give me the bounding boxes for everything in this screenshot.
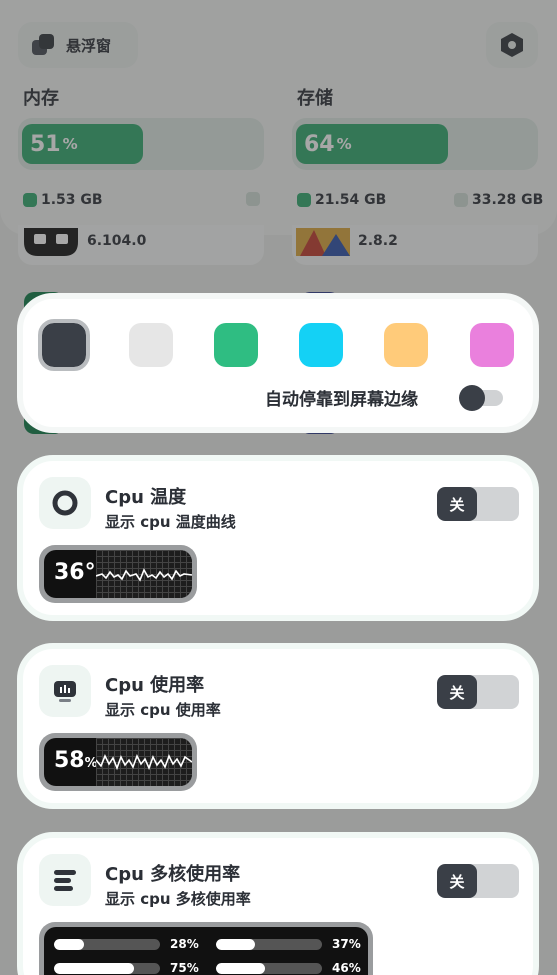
feature-description: 显示 cpu 温度曲线 xyxy=(105,513,236,531)
auto-dock-label: 自动停靠到屏幕边缘 xyxy=(265,390,418,410)
cpu-usage-switch[interactable]: 关 xyxy=(437,675,519,709)
cpu-usage-icon-box xyxy=(39,665,91,717)
widget-graph xyxy=(95,550,192,598)
cpu-multicore-switch[interactable]: 关 xyxy=(437,864,519,898)
cpu-usage-card: Cpu 使用率 显示 cpu 使用率 关 58% xyxy=(17,643,539,809)
core-bar: 28% xyxy=(54,937,200,951)
color-swatch-green[interactable] xyxy=(214,323,258,367)
widget-value: 58% xyxy=(54,748,98,773)
widget-graph xyxy=(95,738,192,786)
core-bar: 75% xyxy=(54,961,200,975)
feature-description: 显示 cpu 使用率 xyxy=(105,701,221,719)
cpu-temp-widget-preview: 36° xyxy=(39,545,197,603)
cpu-usage-widget-preview: 58% xyxy=(39,733,197,791)
cpu-multicore-icon-box xyxy=(39,854,91,906)
auto-dock-toggle[interactable] xyxy=(459,384,505,411)
feature-title: Cpu 温度 xyxy=(105,487,187,508)
switch-label: 关 xyxy=(437,864,477,898)
color-swatch-dark[interactable] xyxy=(38,319,90,371)
core-bar: 37% xyxy=(216,937,362,951)
color-swatch-light-grey[interactable] xyxy=(129,323,173,367)
color-swatch-cyan[interactable] xyxy=(299,323,343,367)
color-swatch-pink[interactable] xyxy=(470,323,514,367)
cpu-temp-switch[interactable]: 关 xyxy=(437,487,519,521)
ring-icon xyxy=(52,490,78,516)
feature-title: Cpu 使用率 xyxy=(105,675,205,696)
cpu-multicore-card: Cpu 多核使用率 显示 cpu 多核使用率 关 28% 37% 75% 46% xyxy=(17,832,539,975)
stacked-bars-icon xyxy=(54,870,76,891)
switch-label: 关 xyxy=(437,487,477,521)
color-picker-card: 自动停靠到屏幕边缘 xyxy=(17,293,539,433)
feature-title: Cpu 多核使用率 xyxy=(105,864,241,885)
cpu-multicore-widget-preview: 28% 37% 75% 46% xyxy=(39,922,373,975)
switch-label: 关 xyxy=(437,675,477,709)
toggle-knob xyxy=(459,385,485,411)
feature-description: 显示 cpu 多核使用率 xyxy=(105,890,251,908)
color-swatch-orange[interactable] xyxy=(384,323,428,367)
widget-value: 36° xyxy=(54,560,96,585)
cpu-temp-icon-box xyxy=(39,477,91,529)
bar-chart-icon xyxy=(54,681,76,702)
core-bar: 46% xyxy=(216,961,362,975)
cpu-temp-card: Cpu 温度 显示 cpu 温度曲线 关 36° xyxy=(17,455,539,621)
